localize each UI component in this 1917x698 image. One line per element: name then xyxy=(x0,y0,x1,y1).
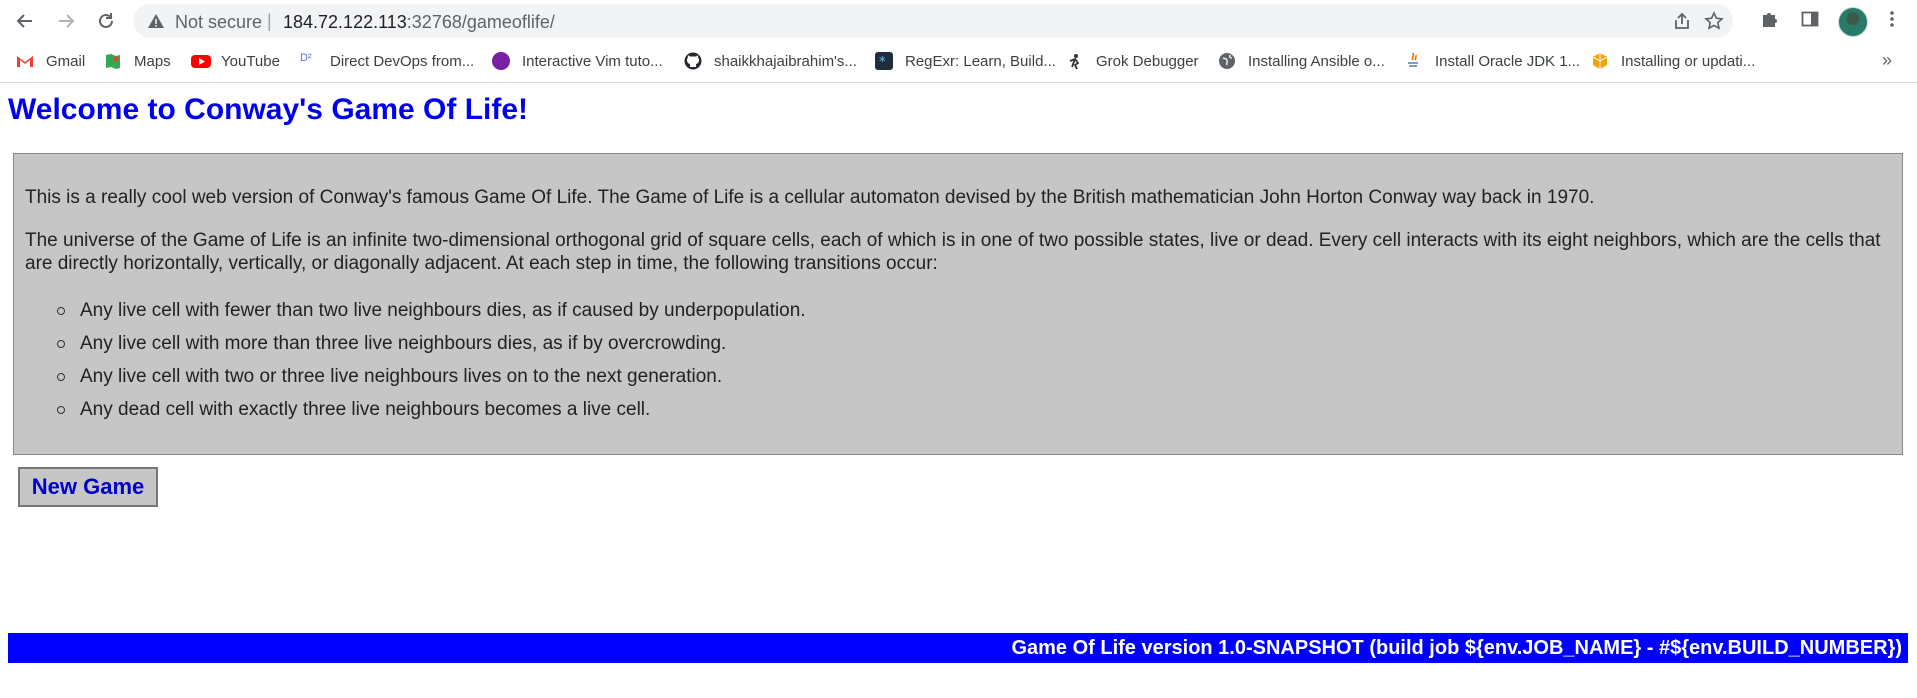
description-panel: This is a really cool web version of Con… xyxy=(13,153,1903,455)
maps-icon xyxy=(104,52,122,70)
bookmark-label: Installing or updati... xyxy=(1621,52,1756,70)
bookmark-github[interactable]: shaikkhajaibrahim's... xyxy=(684,50,857,72)
bookmark-regexr[interactable]: * RegExr: Learn, Build... xyxy=(875,50,1056,72)
bookmark-star-icon[interactable] xyxy=(1703,11,1725,33)
github-icon xyxy=(684,52,702,70)
warning-triangle-icon xyxy=(147,12,165,35)
url-host: 184.72.122.113 xyxy=(283,12,407,32)
address-separator: | xyxy=(267,11,272,31)
bookmark-label: YouTube xyxy=(221,52,280,70)
bookmark-oracle-jdk[interactable]: Install Oracle JDK 1... xyxy=(1405,50,1580,72)
forward-button[interactable] xyxy=(53,8,79,34)
reload-icon xyxy=(99,13,113,28)
address-bar[interactable]: Not secure | 184.72.122.113:32768/gameof… xyxy=(133,4,1733,38)
new-game-button[interactable]: New Game xyxy=(18,467,158,507)
bookmark-youtube[interactable]: YouTube xyxy=(191,50,280,72)
bookmark-label: Gmail xyxy=(46,52,86,70)
rule-item: Any dead cell with exactly three live ne… xyxy=(14,398,806,431)
bookmark-label: Grok Debugger xyxy=(1096,52,1199,70)
svg-text:*: * xyxy=(879,55,886,70)
rules-list: Any live cell with fewer than two live n… xyxy=(14,299,806,431)
bookmark-label: shaikkhajaibrahim's... xyxy=(714,52,857,70)
more-bookmarks-button[interactable]: » xyxy=(1882,50,1892,71)
bookmark-devops[interactable]: D² Direct DevOps from... xyxy=(300,50,474,72)
bookmark-ansible[interactable]: Installing Ansible o... xyxy=(1218,50,1385,72)
bookmark-maps[interactable]: Maps xyxy=(104,50,171,72)
version-footer: Game Of Life version 1.0-SNAPSHOT (build… xyxy=(8,633,1908,663)
bookmark-gmail[interactable]: Gmail xyxy=(16,50,85,72)
bookmark-label: Installing Ansible o... xyxy=(1248,52,1385,70)
vim-icon xyxy=(492,52,510,70)
profile-avatar[interactable] xyxy=(1838,7,1868,37)
extensions-puzzle-icon[interactable] xyxy=(1758,9,1782,33)
bookmark-label: RegExr: Learn, Build... xyxy=(905,52,1056,70)
aws-icon xyxy=(1591,52,1609,70)
security-status-label[interactable]: Not secure xyxy=(175,12,262,33)
intro-paragraph: This is a really cool web version of Con… xyxy=(25,187,1595,208)
forward-arrow-icon xyxy=(59,14,75,28)
rule-item: Any live cell with more than three live … xyxy=(14,332,806,365)
bookmark-aws[interactable]: Installing or updati... xyxy=(1591,50,1755,72)
regexr-icon: * xyxy=(875,52,893,70)
java-icon xyxy=(1405,52,1423,70)
bookmark-vim[interactable]: Interactive Vim tuto... xyxy=(492,50,663,72)
bookmark-label: Direct DevOps from... xyxy=(330,52,475,70)
globe-icon xyxy=(1218,52,1236,70)
page-title: Welcome to Conway's Game Of Life! xyxy=(8,93,529,126)
back-button[interactable] xyxy=(12,8,38,34)
side-panel-icon[interactable] xyxy=(1798,9,1822,33)
back-arrow-icon xyxy=(16,14,32,28)
rule-item: Any live cell with two or three live nei… xyxy=(14,365,806,398)
bookmark-label: Maps xyxy=(134,52,171,70)
bookmarks-bar: Gmail Maps YouTube D² Direct DevOps from… xyxy=(0,42,1917,83)
share-icon[interactable] xyxy=(1671,11,1693,33)
browser-toolbar: Not secure | 184.72.122.113:32768/gameof… xyxy=(0,0,1917,42)
bookmark-label: Interactive Vim tuto... xyxy=(522,52,663,70)
url-path: :32768/gameoflife/ xyxy=(406,12,555,32)
youtube-icon xyxy=(191,52,211,70)
kebab-menu-icon[interactable] xyxy=(1880,9,1904,33)
devops-icon: D² xyxy=(300,52,312,64)
bookmark-label: Install Oracle JDK 1... xyxy=(1435,52,1581,70)
url-text[interactable]: 184.72.122.113:32768/gameoflife/ xyxy=(283,12,555,33)
bookmark-grok[interactable]: Grok Debugger xyxy=(1066,50,1199,72)
gmail-icon xyxy=(16,52,34,70)
universe-paragraph: The universe of the Game of Life is an i… xyxy=(25,230,1881,274)
reload-button[interactable] xyxy=(93,8,119,34)
grok-icon xyxy=(1066,52,1084,70)
rule-item: Any live cell with fewer than two live n… xyxy=(14,299,806,332)
